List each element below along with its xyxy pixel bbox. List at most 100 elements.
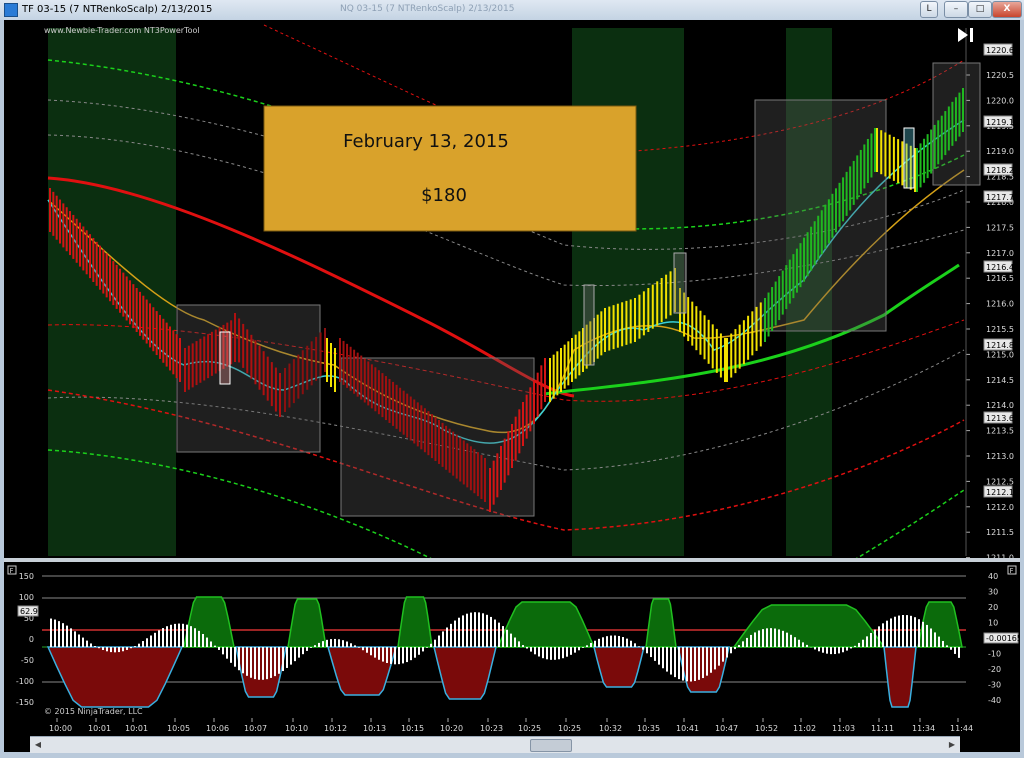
renko-brick: [284, 368, 286, 412]
histogram-bar: [790, 634, 792, 647]
renko-brick: [315, 336, 318, 381]
renko-brick: [788, 259, 791, 304]
histogram-bar: [822, 647, 824, 653]
time-tick: 10:00: [49, 724, 72, 733]
histogram-bar: [226, 647, 228, 659]
histogram-bar: [654, 647, 656, 661]
renko-brick: [799, 243, 802, 288]
osc-left-tick: 0: [29, 635, 34, 644]
histogram-bar: [786, 632, 788, 647]
renko-brick: [346, 343, 349, 388]
histogram-bar: [154, 632, 156, 647]
histogram-bar: [206, 637, 208, 647]
histogram-bar: [314, 645, 316, 647]
histogram-bar: [674, 647, 676, 678]
osc-left-tick: 150: [19, 572, 34, 581]
scroll-left-icon[interactable]: ◀: [32, 739, 44, 750]
histogram-bar: [578, 647, 580, 651]
renko-brick: [370, 364, 373, 409]
histogram-bar: [470, 612, 472, 647]
renko-brick: [413, 399, 416, 444]
renko-brick: [876, 128, 878, 172]
horizontal-scrollbar[interactable]: ◀ ▶: [30, 736, 960, 753]
renko-brick: [778, 276, 781, 321]
osc-right-tick: -40: [988, 696, 1001, 705]
histogram-bar: [230, 647, 232, 663]
renko-brick: [771, 287, 774, 332]
renko-brick: [544, 358, 546, 402]
histogram-bar: [290, 647, 292, 665]
osc-left-tag: 62.9: [17, 605, 39, 617]
histogram-bar: [406, 647, 408, 663]
renko-brick: [691, 301, 694, 346]
maximize-button[interactable]: □: [968, 1, 992, 18]
osc-right-tick: -30: [988, 681, 1001, 690]
histogram-bar: [878, 626, 880, 647]
histogram-bar: [426, 647, 428, 648]
minimize-button[interactable]: –: [944, 1, 968, 18]
renko-brick: [159, 314, 161, 359]
histogram-bar: [322, 641, 324, 647]
renko-brick: [109, 257, 111, 302]
price-tick: 1213.0: [986, 452, 1014, 461]
price-tick: 1215.0: [986, 350, 1014, 359]
price-tag: 1220.6: [983, 43, 1014, 56]
histogram-bar: [214, 645, 216, 647]
histogram-bar: [718, 647, 720, 666]
histogram-bar: [422, 647, 424, 652]
renko-brick: [288, 363, 291, 408]
histogram-bar: [802, 642, 804, 647]
renko-brick: [874, 128, 876, 172]
svg-text:1216.4: 1216.4: [986, 263, 1014, 272]
histogram-bar: [514, 637, 516, 647]
histogram-bar: [274, 647, 276, 677]
histogram-bar: [546, 647, 548, 660]
renko-brick: [65, 207, 68, 252]
renko-brick: [824, 204, 827, 249]
price-tag: 1217.7: [983, 190, 1014, 203]
renko-brick: [374, 367, 377, 412]
osc-left-tick: 100: [19, 593, 34, 602]
histogram-bar: [638, 646, 640, 647]
renko-brick: [392, 381, 395, 426]
close-button[interactable]: X: [992, 1, 1022, 18]
renko-brick: [246, 329, 249, 374]
histogram-bar: [178, 623, 180, 647]
histogram-bar: [474, 612, 476, 647]
chart-canvas[interactable]: 1220.51220.01219.51219.01218.51218.01217…: [4, 20, 1020, 736]
renko-brick: [199, 338, 202, 383]
scroll-thumb[interactable]: [530, 739, 572, 752]
histogram-bar: [510, 633, 512, 647]
renko-brick: [651, 284, 654, 329]
histogram-bar: [438, 635, 440, 647]
renko-brick: [125, 276, 128, 321]
histogram-bar: [554, 647, 556, 660]
histogram-bar: [742, 641, 744, 647]
histogram-bar: [666, 647, 668, 672]
renko-brick: [169, 326, 171, 371]
svg-text:1218.2: 1218.2: [986, 166, 1014, 175]
histogram-bar: [402, 647, 404, 664]
histogram-bar: [594, 640, 596, 647]
renko-brick: [99, 245, 101, 290]
renko-brick: [441, 422, 444, 467]
histogram-bar: [58, 621, 60, 647]
renko-brick: [326, 338, 328, 382]
renko-brick: [319, 332, 322, 377]
layout-button[interactable]: L: [920, 1, 938, 18]
renko-brick: [827, 199, 830, 244]
histogram-bar: [162, 628, 164, 647]
renko-brick: [958, 92, 961, 137]
scroll-right-icon[interactable]: ▶: [946, 739, 958, 750]
renko-brick: [634, 298, 636, 342]
renko-brick: [353, 349, 356, 394]
histogram-bar: [838, 647, 840, 654]
histogram-bar: [286, 647, 288, 668]
renko-brick: [132, 284, 135, 329]
histogram-bar: [166, 626, 168, 647]
renko-brick: [448, 428, 451, 473]
histogram-bar: [758, 630, 760, 647]
histogram-bar: [850, 647, 852, 649]
renko-brick: [356, 352, 359, 397]
renko-brick: [75, 218, 78, 263]
